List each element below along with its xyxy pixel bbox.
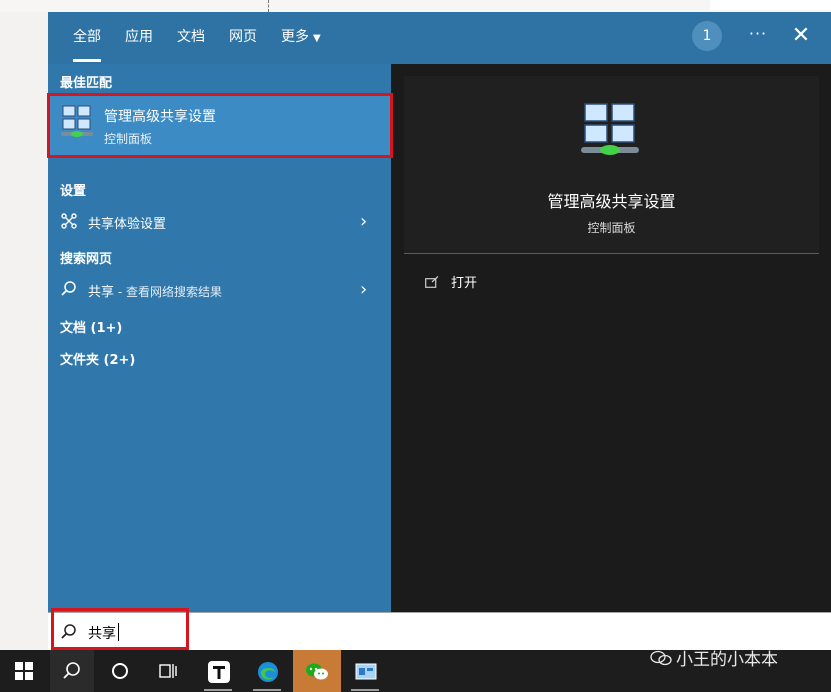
taskbar-search-button[interactable] (50, 650, 94, 692)
preview-pane: 管理高级共享设置 控制面板 打开 (391, 64, 831, 612)
edge-browser-icon (258, 662, 278, 682)
wechat-watermark-icon (650, 650, 672, 666)
settings-header: 设置 (60, 184, 87, 199)
open-action[interactable]: 打开 (425, 272, 477, 296)
tab-more[interactable]: 更多 ▼ (281, 26, 321, 48)
task-view-button[interactable] (146, 650, 190, 692)
edge-app-button[interactable] (245, 650, 289, 692)
control-panel-icon (355, 663, 377, 680)
tab-web[interactable]: 网页 (229, 26, 257, 48)
shared-experiences-icon (61, 213, 77, 229)
open-icon (425, 276, 439, 288)
tab-apps[interactable]: 应用 (125, 26, 153, 48)
web-search-header: 搜索网页 (60, 252, 113, 267)
web-search-query: 共享 (88, 285, 115, 300)
tab-more-label: 更多 (281, 29, 309, 45)
background-dashed-line (268, 0, 269, 12)
chevron-right-icon[interactable]: › (360, 211, 367, 232)
web-search-suffix: - 查看网络搜索结果 (114, 285, 222, 299)
windows-logo-icon (15, 662, 33, 680)
documents-group[interactable]: 文档 (1+) (60, 317, 122, 336)
running-indicator (253, 689, 281, 691)
running-indicator (351, 689, 379, 691)
more-options-button[interactable]: ··· (746, 24, 770, 48)
annotation-highlight-best-match (47, 93, 393, 158)
search-tab-bar: 全部 应用 文档 网页 更多 ▼ 1 ··· ✕ (48, 12, 831, 64)
caret-down-icon: ▼ (313, 33, 321, 44)
typora-app-icon (208, 661, 230, 683)
preview-divider (404, 253, 819, 254)
task-view-icon (159, 664, 177, 678)
wechat-app-button[interactable] (293, 650, 341, 692)
cortana-circle-icon (112, 663, 128, 679)
preview-subtitle: 控制面板 (587, 221, 636, 235)
web-search-label: 共享 - 查看网络搜索结果 (88, 281, 222, 300)
web-search-result[interactable]: 共享 - 查看网络搜索结果 › (48, 273, 391, 307)
close-button[interactable]: ✕ (789, 24, 813, 48)
start-button[interactable] (2, 650, 46, 692)
settings-result-shared-experiences[interactable]: 共享体验设置 › (48, 205, 391, 239)
watermark-text: 小王的小本本 (676, 650, 778, 670)
open-action-label: 打开 (451, 276, 478, 291)
search-icon (63, 662, 80, 679)
background-white-area (710, 0, 831, 10)
best-match-header: 最佳匹配 (60, 76, 113, 91)
control-panel-app-button[interactable] (343, 650, 387, 692)
chevron-right-icon[interactable]: › (360, 279, 367, 300)
typora-app-button[interactable] (196, 650, 240, 692)
background-strip (0, 0, 831, 12)
wechat-icon (306, 663, 328, 680)
rewards-badge[interactable]: 1 (692, 21, 722, 51)
running-indicator (204, 689, 232, 691)
preview-card: 管理高级共享设置 控制面板 (404, 76, 819, 253)
tab-all[interactable]: 全部 (73, 26, 101, 62)
cortana-button[interactable] (98, 650, 142, 692)
tab-documents[interactable]: 文档 (177, 26, 205, 48)
preview-title: 管理高级共享设置 (547, 192, 676, 211)
settings-result-label: 共享体验设置 (88, 217, 167, 232)
network-settings-large-icon (581, 103, 639, 155)
watermark: 小王的小本本 (650, 645, 778, 670)
annotation-highlight-search-box (51, 608, 189, 650)
folders-group[interactable]: 文件夹 (2+) (60, 349, 135, 368)
search-icon (61, 281, 76, 296)
